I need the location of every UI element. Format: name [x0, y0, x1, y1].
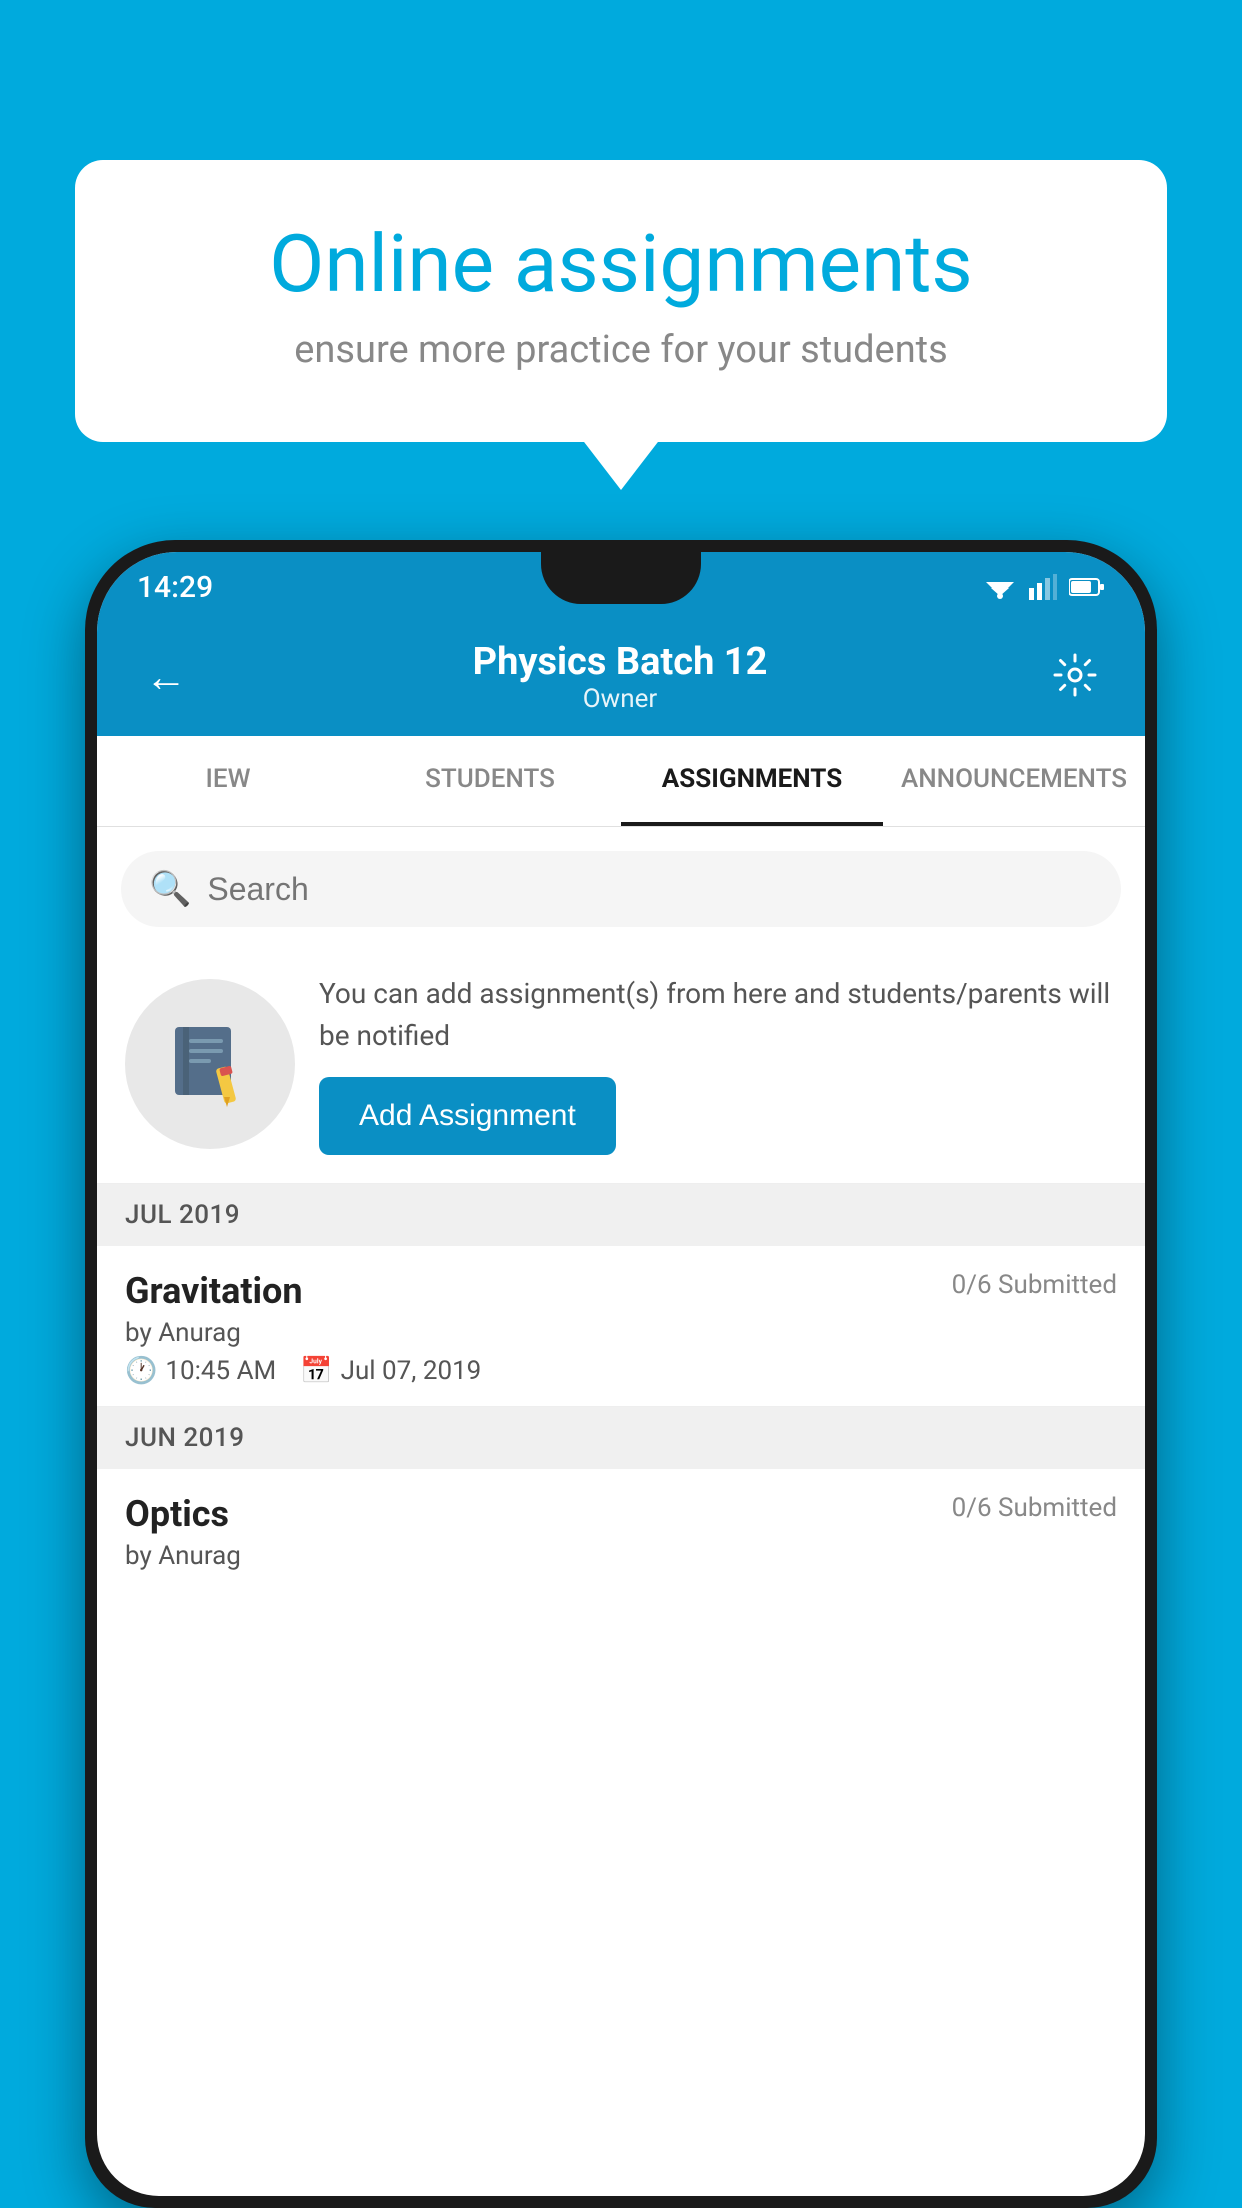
assignment-item-optics[interactable]: Optics 0/6 Submitted by Anurag [97, 1469, 1145, 1589]
tab-students[interactable]: STUDENTS [359, 736, 621, 826]
promo-icon-circle [125, 979, 295, 1149]
back-button[interactable]: ← [137, 645, 195, 710]
add-assignment-promo: You can add assignment(s) from here and … [97, 945, 1145, 1184]
notebook-icon [165, 1019, 255, 1109]
status-icons [983, 574, 1105, 600]
assignment-by-optics: by Anurag [125, 1541, 1117, 1571]
search-input[interactable] [207, 871, 1093, 908]
speech-bubble-card: Online assignments ensure more practice … [75, 160, 1167, 442]
section-header-jun: JUN 2019 [97, 1407, 1145, 1469]
assignment-submitted-gravitation: 0/6 Submitted [952, 1270, 1117, 1300]
assignment-submitted-optics: 0/6 Submitted [952, 1493, 1117, 1523]
settings-icon [1053, 653, 1097, 697]
bubble-title: Online assignments [145, 220, 1097, 308]
phone-notch [541, 552, 701, 604]
settings-button[interactable] [1045, 645, 1105, 709]
meta-date-gravitation: 📅 Jul 07, 2019 [300, 1356, 481, 1386]
assignment-top-optics: Optics 0/6 Submitted [125, 1493, 1117, 1535]
assignment-meta-gravitation: 🕐 10:45 AM 📅 Jul 07, 2019 [125, 1356, 1117, 1386]
promo-right: You can add assignment(s) from here and … [319, 973, 1117, 1155]
assignment-by-gravitation: by Anurag [125, 1318, 1117, 1348]
clock-icon: 🕐 [125, 1356, 157, 1386]
assignment-title-gravitation: Gravitation [125, 1270, 303, 1312]
bubble-subtitle: ensure more practice for your students [145, 328, 1097, 372]
status-time: 14:29 [137, 570, 213, 605]
search-bar[interactable]: 🔍 [121, 851, 1121, 927]
tab-announcements[interactable]: ANNOUNCEMENTS [883, 736, 1145, 826]
tab-assignments[interactable]: ASSIGNMENTS [621, 736, 883, 826]
assignment-time-gravitation: 10:45 AM [165, 1356, 276, 1386]
header-subtitle: Owner [195, 684, 1045, 714]
assignment-item-gravitation[interactable]: Gravitation 0/6 Submitted by Anurag 🕐 10… [97, 1246, 1145, 1407]
calendar-icon: 📅 [300, 1356, 332, 1386]
assignment-date-gravitation: Jul 07, 2019 [341, 1356, 482, 1386]
signal-icon [1029, 574, 1057, 600]
section-header-jul: JUL 2019 [97, 1184, 1145, 1246]
content-area: 🔍 [97, 827, 1145, 1589]
add-assignment-button[interactable]: Add Assignment [319, 1077, 616, 1155]
header-title: Physics Batch 12 [195, 640, 1045, 684]
promo-text: You can add assignment(s) from here and … [319, 973, 1117, 1057]
battery-icon [1069, 576, 1105, 598]
search-icon: 🔍 [149, 869, 191, 909]
wifi-icon [983, 574, 1017, 600]
meta-time-gravitation: 🕐 10:45 AM [125, 1356, 276, 1386]
assignment-top: Gravitation 0/6 Submitted [125, 1270, 1117, 1312]
phone-frame: 14:29 [85, 540, 1157, 2208]
assignment-title-optics: Optics [125, 1493, 229, 1535]
header-center: Physics Batch 12 Owner [195, 640, 1045, 714]
app-header: ← Physics Batch 12 Owner [97, 622, 1145, 736]
tabs-bar: IEW STUDENTS ASSIGNMENTS ANNOUNCEMENTS [97, 736, 1145, 827]
tab-iew[interactable]: IEW [97, 736, 359, 826]
phone-screen: 14:29 [97, 552, 1145, 2196]
